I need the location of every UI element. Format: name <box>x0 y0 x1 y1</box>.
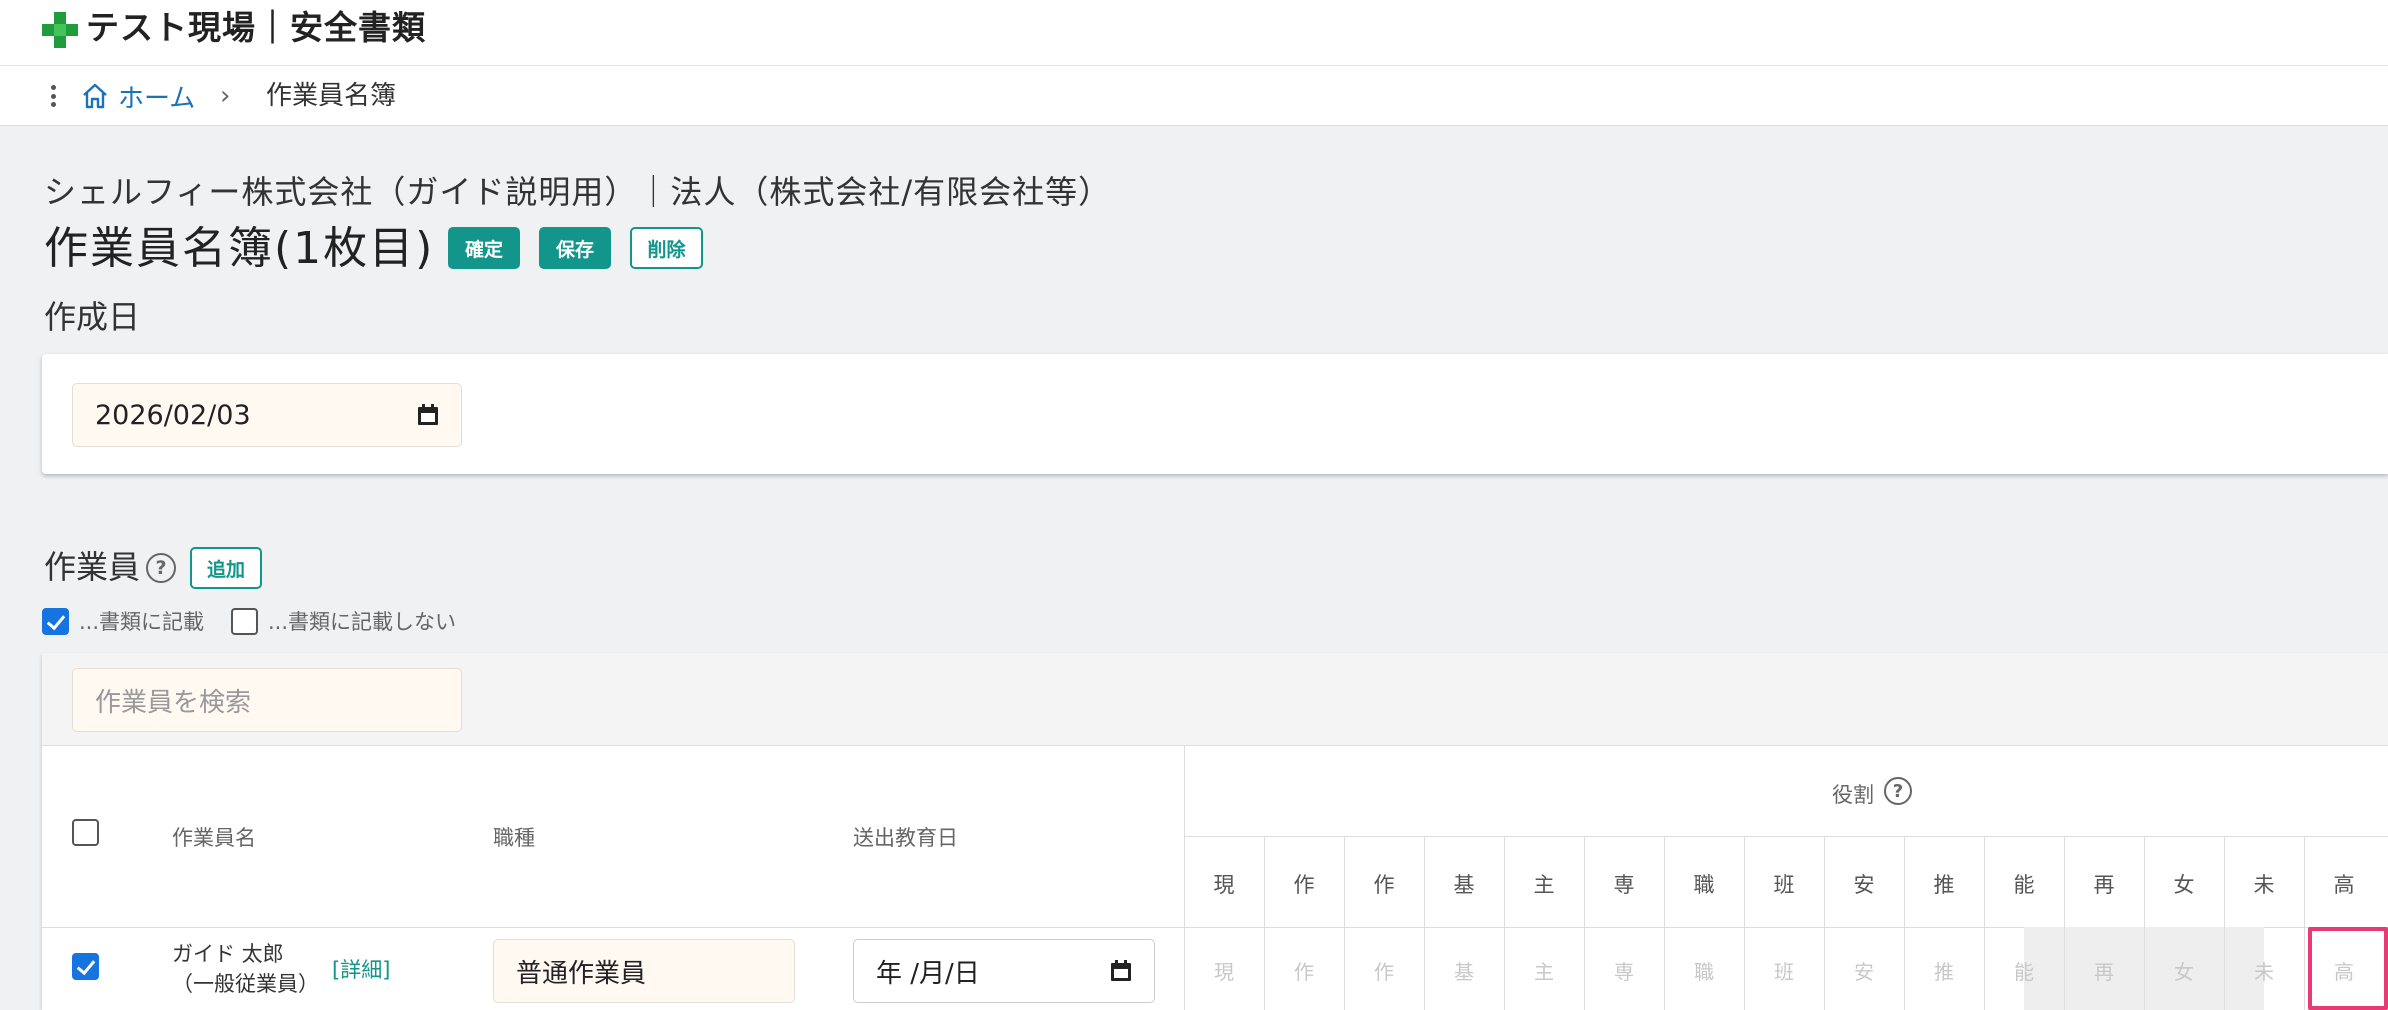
kebab-menu-icon[interactable] <box>44 82 62 110</box>
role-cell[interactable]: 職 <box>1664 956 1744 985</box>
app-title: テスト現場｜安全書類 <box>86 8 426 47</box>
role-cell: 女 <box>2174 960 2194 984</box>
calendar-icon[interactable] <box>417 404 439 426</box>
home-icon <box>83 83 107 109</box>
role-header: 専 <box>1613 873 1635 897</box>
breadcrumb-current: 作業員名簿 <box>266 81 397 111</box>
created-date-input[interactable]: 2026/02/03 <box>72 383 462 447</box>
column-header-name: 作業員名 <box>172 826 256 850</box>
role-cell[interactable]: 班 <box>1744 956 1824 985</box>
row-select-checkbox[interactable] <box>72 953 99 980</box>
role-cell[interactable]: 作 <box>1264 956 1344 985</box>
role-header: 職 <box>1693 873 1715 897</box>
role-header: 作 <box>1293 873 1315 897</box>
column-header-job: 職種 <box>493 826 535 850</box>
workers-label: 作業員 <box>44 548 141 586</box>
cross-logo-icon <box>42 12 78 48</box>
role-header: 能 <box>2013 873 2035 897</box>
delete-button[interactable]: 削除 <box>630 227 703 269</box>
breadcrumb-home-link[interactable]: ホーム <box>80 78 195 114</box>
role-header: 再 <box>2093 873 2115 897</box>
breadcrumb: ホーム › 作業員名簿 <box>0 66 2388 126</box>
role-header: 高 <box>2333 873 2355 897</box>
calendar-icon[interactable] <box>1110 960 1132 982</box>
role-cell[interactable]: 専 <box>1584 956 1664 985</box>
role-cell[interactable]: 再 <box>2064 956 2144 985</box>
worker-search-input[interactable]: 作業員を検索 <box>72 668 462 732</box>
role-cell[interactable]: 主 <box>1504 956 1584 985</box>
role-header: 班 <box>1773 873 1795 897</box>
created-date-label: 作成日 <box>44 298 141 336</box>
workers-table: 作業員を検索 作業員名 職種 送出教育日 役割 ? 現 作 作 基 主 専 職 … <box>42 653 2388 1010</box>
column-header-roles: 役割 <box>1832 783 1874 807</box>
chevron-right-icon: › <box>220 81 231 111</box>
education-date-value: 年 /月/日 <box>876 958 980 989</box>
role-cell[interactable]: 安 <box>1824 956 1904 985</box>
role-header-divider <box>1184 836 2388 837</box>
company-line: シェルフィー株式会社（ガイド説明用）｜法人（株式会社/有限会社等） <box>44 173 1112 211</box>
help-icon[interactable]: ? <box>146 553 176 583</box>
select-all-checkbox[interactable] <box>72 819 99 846</box>
save-button[interactable]: 保存 <box>539 227 611 269</box>
role-cell: 未 <box>2254 960 2274 984</box>
add-worker-button[interactable]: 追加 <box>190 547 262 589</box>
filter-exclude-checkbox[interactable] <box>231 607 258 635</box>
search-strip: 作業員を検索 <box>42 653 2388 746</box>
education-date-input[interactable]: 年 /月/日 <box>853 939 1155 1003</box>
role-header: 推 <box>1933 873 1955 897</box>
filter-include[interactable]: ...書類に記載 <box>42 606 204 636</box>
column-header-education-date: 送出教育日 <box>853 826 958 850</box>
role-header: 未 <box>2253 873 2275 897</box>
filter-include-label: ...書類に記載 <box>79 610 205 634</box>
filter-include-checkbox[interactable] <box>42 607 69 635</box>
role-header: 現 <box>1213 873 1235 897</box>
role-cell[interactable]: 能 <box>1984 956 2064 985</box>
role-cell[interactable]: 基 <box>1424 956 1504 985</box>
role-header: 基 <box>1453 873 1475 897</box>
breadcrumb-home-label: ホーム <box>118 83 196 114</box>
role-header: 安 <box>1853 873 1875 897</box>
worker-detail-link[interactable]: [詳細] <box>332 954 390 984</box>
filter-exclude[interactable]: ...書類に記載しない <box>231 606 456 636</box>
role-cell[interactable]: 作 <box>1344 956 1424 985</box>
filter-exclude-label: ...書類に記載しない <box>268 610 457 634</box>
role-cell[interactable]: 推 <box>1904 956 1984 985</box>
worker-name: ガイド 太郎 <box>172 942 284 966</box>
role-header: 作 <box>1373 873 1395 897</box>
role-cell[interactable]: 現 <box>1184 956 1264 985</box>
highlight-box <box>2308 927 2388 1010</box>
page-title: 作業員名簿(1枚目) <box>44 223 435 274</box>
worker-type: （一般従業員） <box>172 972 319 996</box>
created-date-value: 2026/02/03 <box>95 399 251 431</box>
roles-help-icon[interactable]: ? <box>1884 777 1912 805</box>
confirm-button[interactable]: 確定 <box>448 227 520 269</box>
role-header: 女 <box>2173 873 2195 897</box>
top-bar: テスト現場｜安全書類 <box>0 0 2388 66</box>
job-input[interactable]: 普通作業員 <box>493 939 795 1003</box>
role-header: 主 <box>1533 873 1555 897</box>
